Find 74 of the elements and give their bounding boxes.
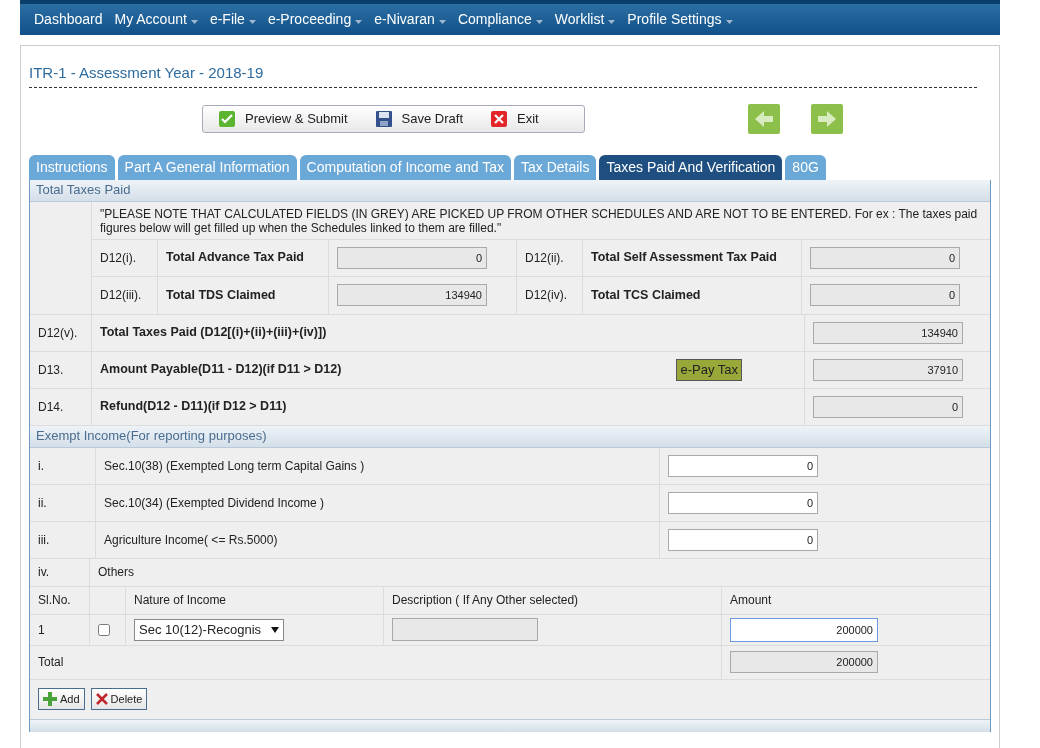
calculated-field[interactable]: 134940 — [337, 284, 487, 306]
caret-icon — [355, 19, 363, 24]
field-label: Amount Payable(D11 - D12)(if D11 > D12) — [100, 361, 342, 379]
toolbar-button[interactable]: Exit — [491, 108, 539, 129]
field-label: Total Taxes Paid (D12[(i)+(ii)+(iii)+(iv)]) — [100, 324, 327, 342]
total-label: Total — [38, 654, 64, 671]
row-code: D12(ii). — [525, 249, 564, 267]
nav-menu-item[interactable]: Profile Settings — [627, 9, 733, 30]
nav-menu-item[interactable]: e-File — [209, 9, 256, 30]
field-label: Total Advance Tax Paid — [166, 249, 304, 267]
form-title: ITR-1 - Assessment Year - 2018-19 — [29, 62, 977, 88]
amount-field[interactable]: 200000 — [730, 617, 878, 642]
field-label: Total TCS Claimed — [591, 286, 701, 304]
column-header: Nature of Income — [134, 592, 227, 609]
row-code: D14. — [38, 398, 64, 416]
caret-icon — [190, 19, 198, 24]
caret-icon — [535, 19, 543, 24]
nav-menu-item[interactable]: e-Nivaran — [374, 9, 446, 30]
toolbar-button[interactable]: Save Draft — [375, 108, 463, 129]
column-header: Amount — [730, 592, 772, 609]
form-tab[interactable]: Taxes Paid And Verification — [599, 154, 783, 180]
x-icon — [95, 693, 108, 705]
caret-icon — [248, 19, 256, 24]
nav-menu-item[interactable]: Worklist — [554, 9, 616, 30]
nav-menu-item[interactable]: Dashboard — [34, 9, 103, 30]
close-icon — [491, 110, 507, 127]
toolbar-button[interactable]: Preview & Submit — [219, 108, 348, 129]
calculated-field[interactable]: 37910 — [813, 358, 963, 381]
section-header: Exempt Income(For reporting purposes) — [30, 425, 990, 448]
field-label: Agriculture Income( <= Rs.5000) — [104, 531, 278, 549]
total-amount-field[interactable]: 200000 — [730, 651, 878, 673]
dropdown-arrow-icon — [271, 626, 279, 633]
field-label: Sec.10(38) (Exempted Long term Capital Gains ) — [104, 457, 365, 475]
row-code: iv. — [38, 564, 50, 581]
calculated-field[interactable]: 0 — [813, 395, 963, 418]
row-code: D12(i). — [100, 249, 136, 267]
column-header: Sl.No. — [38, 592, 71, 609]
calculated-field[interactable]: 134940 — [813, 321, 963, 344]
checkmark-icon — [219, 110, 235, 127]
add-button[interactable]: Add — [38, 688, 85, 710]
amount-field[interactable]: 0 — [668, 454, 818, 477]
row-code: D12(iii). — [100, 287, 142, 304]
table-cell-text: 1 — [38, 621, 45, 639]
field-label: Sec.10(34) (Exempted Dividend Income ) — [104, 494, 325, 512]
e-pay-tax-button[interactable]: e-Pay Tax — [676, 358, 742, 381]
row-code: i. — [38, 457, 44, 475]
row-code: D12(v). — [38, 324, 78, 342]
row-code: D12(iv). — [525, 287, 567, 304]
caret-icon — [725, 19, 733, 24]
caret-icon — [608, 19, 616, 24]
row-checkbox[interactable] — [98, 623, 110, 636]
row-code: ii. — [38, 494, 47, 512]
nature-of-income-dropdown[interactable]: Sec 10(12)-Recognis — [134, 618, 284, 641]
field-label: Total Self Assessment Tax Paid — [591, 249, 777, 267]
section-header: Total Taxes Paid — [30, 179, 990, 202]
caret-icon — [438, 19, 446, 24]
nav-menu-item[interactable]: My Account — [114, 9, 198, 30]
row-code: iii. — [38, 531, 50, 549]
column-header: Description ( If Any Other selected) — [392, 592, 579, 609]
nav-menu-item[interactable]: Compliance — [457, 9, 543, 30]
plus-icon — [43, 692, 57, 706]
row-code: D13. — [38, 361, 64, 379]
calculated-field[interactable]: 0 — [337, 246, 487, 269]
field-label: Refund(D12 - D11)(if D12 > D11) — [100, 398, 287, 416]
field-label: Others — [98, 564, 134, 581]
nav-menu-item[interactable]: e-Proceeding — [267, 9, 363, 30]
calculated-field[interactable]: 0 — [810, 284, 960, 306]
description-field[interactable] — [392, 618, 538, 641]
delete-button[interactable]: Delete — [90, 688, 148, 710]
field-label: Total TDS Claimed — [166, 286, 276, 304]
note-text: "PLEASE NOTE THAT CALCULATED FIELDS (IN GREY) ARE PICKED UP FROM OTHER SCHEDULES AND ARE NOT TO BE ENTERED. For ex : The taxes paid figures below will get filled up when the Schedules linked to them are filled." — [92, 201, 990, 240]
calculated-field[interactable]: 0 — [810, 246, 960, 269]
amount-field[interactable]: 0 — [668, 491, 818, 514]
amount-field[interactable]: 0 — [668, 528, 818, 551]
